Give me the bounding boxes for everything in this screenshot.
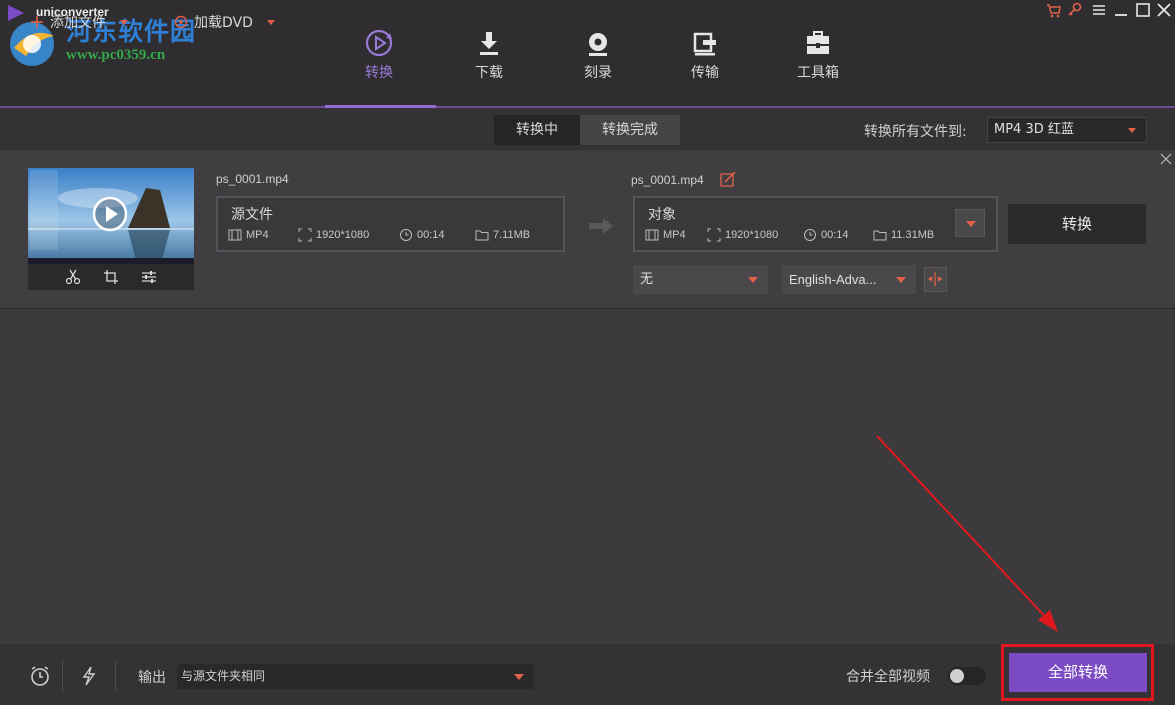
key-icon[interactable] xyxy=(1066,1,1084,19)
output-folder-value: 与源文件夹相同 xyxy=(181,669,266,683)
thumbnail-tools xyxy=(28,264,194,290)
source-resolution: 1920*1080 xyxy=(298,228,369,242)
subtitle-value: 无 xyxy=(640,272,654,287)
crop-icon[interactable] xyxy=(103,269,119,285)
add-files-label: 添加文件 xyxy=(50,15,106,31)
target-duration: 00:14 xyxy=(803,228,849,242)
dvd-icon xyxy=(174,15,188,29)
lightning-icon[interactable] xyxy=(78,665,100,687)
output-label: 输出 xyxy=(138,670,166,686)
split-icon xyxy=(927,271,943,287)
chevron-down-icon[interactable] xyxy=(266,19,275,25)
menu-icon[interactable] xyxy=(1090,1,1108,19)
subtitle-select[interactable]: 无 xyxy=(633,265,768,294)
tab-download[interactable]: 下载 xyxy=(449,28,529,88)
tab-transfer[interactable]: 传输 xyxy=(665,28,745,88)
clock-icon xyxy=(804,229,816,241)
source-title: 源文件 xyxy=(231,207,273,223)
target-format-dropdown-button[interactable] xyxy=(955,209,985,237)
source-duration: 00:14 xyxy=(399,228,445,242)
source-resolution-value: 1920*1080 xyxy=(316,229,370,241)
load-dvd-label: 加载DVD xyxy=(194,15,253,31)
film-icon xyxy=(645,229,659,241)
target-format: MP4 xyxy=(645,228,686,242)
play-icon[interactable] xyxy=(92,196,128,232)
output-format-value: MP4 3D 红蓝 xyxy=(994,122,1074,137)
toolbox-icon xyxy=(807,31,829,54)
divider xyxy=(62,660,63,692)
edit-icon[interactable] xyxy=(720,171,736,187)
status-segmented-control: 转换中 转换完成 xyxy=(494,115,680,145)
tab-burn[interactable]: 刻录 xyxy=(558,28,638,88)
app-window: uniconverter 河东软件园 www.pc0359.cn 转换 下载 刻… xyxy=(0,0,1175,705)
chevron-down-icon xyxy=(1128,128,1136,133)
split-merge-button[interactable] xyxy=(924,267,947,292)
burn-disc-icon xyxy=(589,33,607,56)
tab-download-label: 下载 xyxy=(475,65,503,81)
chevron-down-icon xyxy=(748,277,758,283)
tab-convert[interactable]: 转换 xyxy=(339,28,419,88)
trim-icon[interactable] xyxy=(65,269,81,285)
source-size-value: 7.11MB xyxy=(493,229,531,241)
alarm-clock-icon[interactable] xyxy=(29,665,51,687)
arrow-right-icon xyxy=(589,218,613,234)
watermark-url: www.pc0359.cn xyxy=(66,47,166,63)
convert-all-to-label: 转换所有文件到: xyxy=(864,124,967,140)
source-file-name: ps_0001.mp4 xyxy=(216,172,289,186)
plus-icon xyxy=(31,16,43,28)
folder-icon xyxy=(475,230,489,241)
chevron-down-icon xyxy=(896,277,906,283)
film-icon xyxy=(228,229,242,241)
chevron-down-icon xyxy=(514,674,524,680)
folder-icon xyxy=(873,230,887,241)
audio-track-value: English-Adva... xyxy=(789,272,877,287)
convert-all-button[interactable]: 全部转换 xyxy=(1009,653,1147,692)
convert-icon xyxy=(365,29,393,57)
divider xyxy=(115,660,116,692)
cart-icon[interactable] xyxy=(1045,1,1063,19)
close-icon[interactable] xyxy=(1155,1,1173,19)
output-folder-select[interactable]: 与源文件夹相同 xyxy=(177,664,534,689)
tab-converting[interactable]: 转换中 xyxy=(494,115,580,145)
video-thumbnail[interactable] xyxy=(28,168,194,290)
target-info-box[interactable]: 对象 MP4 1920*1080 00:14 11.31MB xyxy=(633,196,998,252)
merge-all-toggle[interactable] xyxy=(948,667,986,685)
add-files-button[interactable]: 添加文件 xyxy=(30,12,128,32)
source-size: 7.11MB xyxy=(475,228,530,242)
source-duration-value: 00:14 xyxy=(417,229,445,241)
clock-icon xyxy=(400,229,412,241)
load-dvd-button[interactable]: 加载DVD xyxy=(174,12,275,32)
tab-convert-label: 转换 xyxy=(365,65,393,81)
source-info-box: 源文件 MP4 1920*1080 00:14 7.11MB xyxy=(216,196,565,252)
target-format-value: MP4 xyxy=(663,229,686,241)
target-duration-value: 00:14 xyxy=(821,229,849,241)
maximize-icon[interactable] xyxy=(1134,1,1152,19)
toggle-knob xyxy=(950,669,964,683)
source-format: MP4 xyxy=(228,228,269,242)
tab-finished[interactable]: 转换完成 xyxy=(580,115,680,145)
resolution-icon xyxy=(707,228,721,242)
target-title: 对象 xyxy=(648,207,676,223)
effects-sliders-icon[interactable] xyxy=(141,269,157,285)
minimize-icon[interactable] xyxy=(1112,1,1130,19)
target-size: 11.31MB xyxy=(873,228,934,242)
tab-toolbox[interactable]: 工具箱 xyxy=(778,28,858,88)
output-format-select[interactable]: MP4 3D 红蓝 xyxy=(987,117,1147,143)
merge-all-label: 合并全部视频 xyxy=(846,669,930,685)
target-file-name: ps_0001.mp4 xyxy=(631,173,704,187)
download-icon xyxy=(480,32,498,55)
target-resolution: 1920*1080 xyxy=(707,228,778,242)
target-resolution-value: 1920*1080 xyxy=(725,229,779,241)
remove-file-icon[interactable] xyxy=(1160,153,1172,165)
tab-toolbox-label: 工具箱 xyxy=(797,65,839,81)
transfer-icon xyxy=(693,32,716,56)
tab-transfer-label: 传输 xyxy=(691,65,719,81)
resolution-icon xyxy=(298,228,312,242)
audio-track-select[interactable]: English-Adva... xyxy=(782,265,916,294)
target-size-value: 11.31MB xyxy=(891,229,935,241)
source-format-value: MP4 xyxy=(246,229,269,241)
tab-burn-label: 刻录 xyxy=(584,65,612,81)
convert-button[interactable]: 转换 xyxy=(1008,204,1146,244)
chevron-down-icon[interactable] xyxy=(120,19,128,25)
